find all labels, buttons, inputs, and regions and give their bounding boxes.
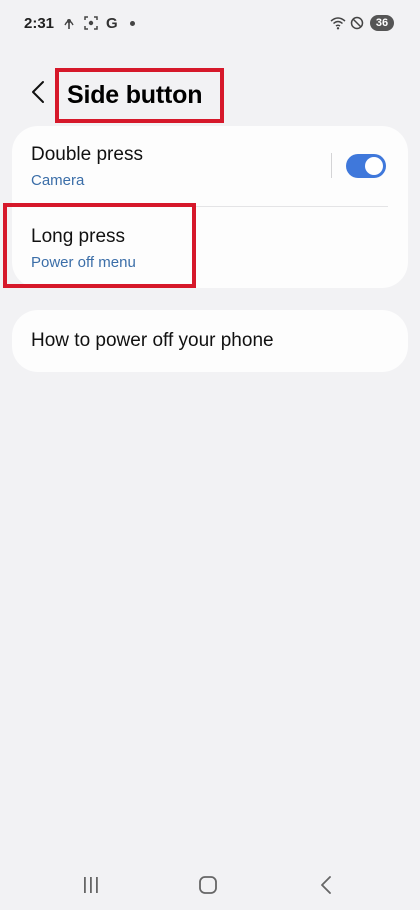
double-press-title: Double press bbox=[31, 144, 143, 165]
help-card[interactable]: How to power off your phone bbox=[12, 310, 408, 372]
battery-icon: 36 bbox=[370, 15, 394, 31]
app-bar: Side button bbox=[0, 64, 420, 123]
status-right: 36 bbox=[330, 15, 394, 31]
title-highlight: Side button bbox=[55, 68, 224, 123]
double-press-value: Camera bbox=[31, 172, 85, 189]
double-press-row[interactable]: Double press Camera bbox=[12, 126, 408, 207]
power-off-help-link[interactable]: How to power off your phone bbox=[31, 330, 274, 352]
home-icon[interactable] bbox=[193, 872, 223, 898]
status-bar: 2:31 G 36 bbox=[0, 0, 420, 46]
hotspot-icon bbox=[62, 16, 76, 30]
recents-icon[interactable] bbox=[76, 872, 106, 898]
google-icon: G bbox=[106, 14, 118, 32]
long-press-value: Power off menu bbox=[31, 254, 136, 271]
status-time: 2:31 bbox=[24, 14, 55, 32]
chevron-left-icon[interactable] bbox=[26, 78, 50, 106]
notification-dot bbox=[129, 20, 135, 26]
do-not-disturb-icon bbox=[350, 16, 364, 30]
toggle-knob bbox=[365, 157, 383, 175]
status-left: 2:31 G bbox=[24, 15, 135, 32]
navigation-bar bbox=[0, 858, 420, 910]
wifi-icon bbox=[330, 16, 346, 30]
double-press-toggle[interactable] bbox=[346, 154, 386, 178]
long-press-title: Long press bbox=[31, 226, 126, 247]
page-title: Side button bbox=[67, 81, 203, 109]
back-icon[interactable] bbox=[311, 872, 341, 898]
screenshot-icon bbox=[84, 16, 98, 30]
toggle-divider bbox=[331, 153, 332, 178]
